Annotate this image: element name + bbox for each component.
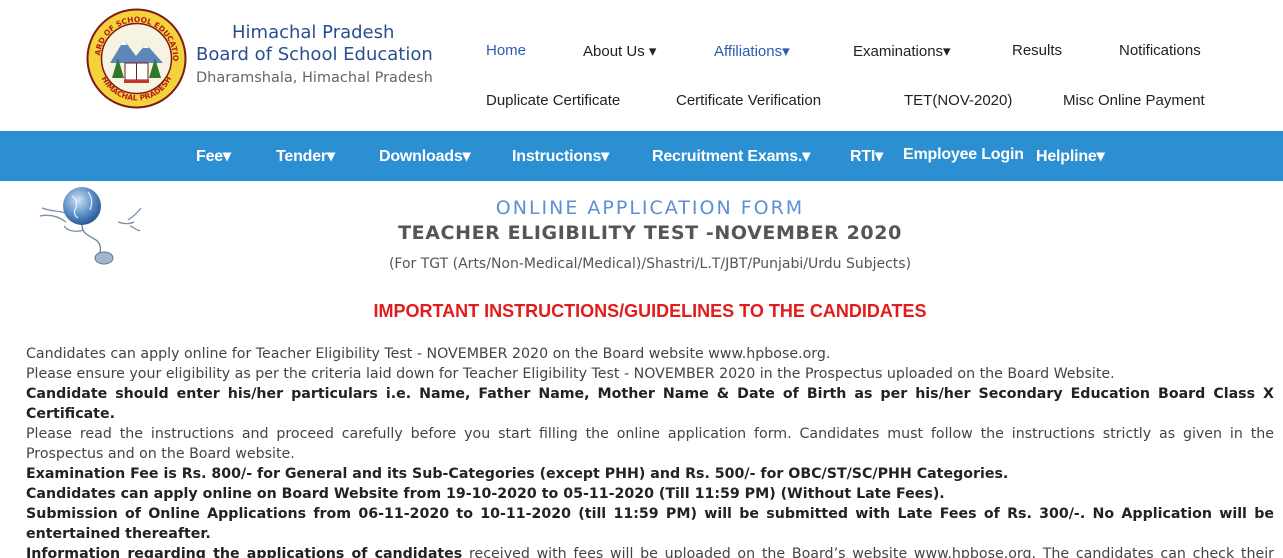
exam-subjects: (For TGT (Arts/Non-Medical/Medical)/Shas… xyxy=(388,256,912,272)
menu-recruitment-exams[interactable]: Recruitment Exams.▾ xyxy=(652,146,810,166)
nav-misc-online-payment[interactable]: Misc Online Payment xyxy=(1063,92,1205,109)
menu-instructions[interactable]: Instructions▾ xyxy=(512,146,609,166)
instruction-item: Candidates can apply online for Teacher … xyxy=(26,346,831,362)
instruction-item: Please read the instructions and proceed… xyxy=(26,426,1274,462)
site-header: BOARD OF SCHOOL EDUCATION HIMACHAL PRADE… xyxy=(0,0,1283,131)
nav-tet[interactable]: TET(NOV-2020) xyxy=(904,92,1012,109)
org-name-line2: Board of School Education xyxy=(196,44,433,65)
nav-duplicate-certificate[interactable]: Duplicate Certificate xyxy=(486,92,620,109)
instruction-item: Candidates can apply online on Board Web… xyxy=(26,486,945,502)
instruction-emphasis: Information regarding the applications o… xyxy=(26,546,463,558)
exam-title: TEACHER ELIGIBILITY TEST -NOVEMBER 2020 xyxy=(398,222,902,244)
instruction-item: Submission of Online Applications from 0… xyxy=(26,506,1274,542)
form-title: ONLINE APPLICATION FORM xyxy=(495,197,805,219)
nav-examinations[interactable]: Examinations▾ xyxy=(853,42,951,60)
instruction-item: Examination Fee is Rs. 800/- for General… xyxy=(26,466,1009,482)
instructions-list: Candidates can apply online for Teacher … xyxy=(26,344,1274,558)
nav-notifications[interactable]: Notifications xyxy=(1119,42,1201,59)
nav-about-us[interactable]: About Us ▾ xyxy=(583,42,656,60)
board-logo[interactable]: BOARD OF SCHOOL EDUCATION HIMACHAL PRADE… xyxy=(86,8,187,109)
menu-fee[interactable]: Fee▾ xyxy=(196,146,231,166)
menu-rti[interactable]: RTI▾ xyxy=(850,146,883,166)
organization-name: Himachal Pradesh Board of School Educati… xyxy=(196,22,433,89)
menu-helpline[interactable]: Helpline▾ xyxy=(1036,146,1105,166)
instruction-item: Please ensure your eligibility as per th… xyxy=(26,366,1115,382)
instruction-item: Information regarding the applications o… xyxy=(26,544,1274,558)
instruction-item: Candidate should enter his/her particula… xyxy=(26,386,1274,422)
main-nav-bar: Fee▾ Tender▾ Downloads▾ Instructions▾ Re… xyxy=(0,131,1283,181)
nav-affiliations[interactable]: Affiliations▾ xyxy=(714,42,790,60)
menu-tender[interactable]: Tender▾ xyxy=(276,146,335,166)
org-location: Dharamshala, Himachal Pradesh xyxy=(196,70,433,86)
nav-certificate-verification[interactable]: Certificate Verification xyxy=(676,92,821,109)
menu-downloads[interactable]: Downloads▾ xyxy=(379,146,471,166)
org-name-line1: Himachal Pradesh xyxy=(232,22,395,43)
nav-home[interactable]: Home xyxy=(486,42,526,59)
instructions-heading: IMPORTANT INSTRUCTIONS/GUIDELINES TO THE… xyxy=(373,301,927,321)
menu-employee-login[interactable]: Employee Login xyxy=(903,146,1024,164)
nav-results[interactable]: Results xyxy=(1012,42,1062,59)
